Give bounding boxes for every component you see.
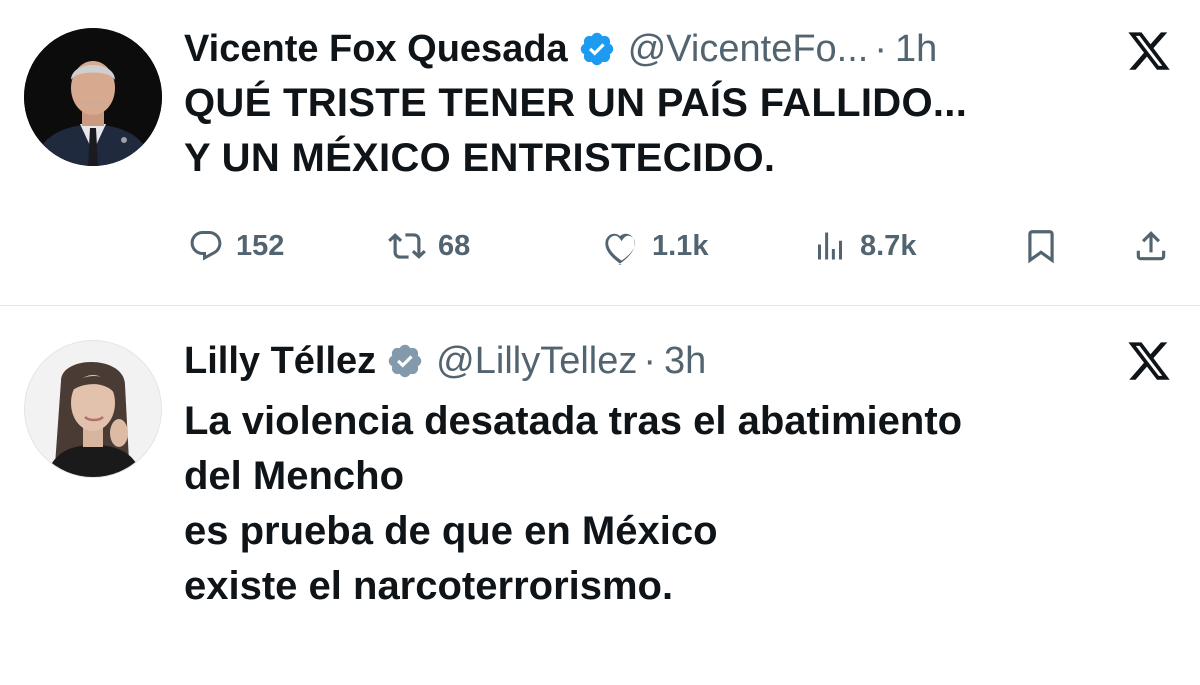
- timestamp[interactable]: 3h: [664, 338, 706, 384]
- separator-dot: ·: [874, 28, 887, 70]
- views-icon: [818, 232, 842, 260]
- x-logo-icon: [1126, 28, 1172, 74]
- reply-icon: [190, 231, 222, 261]
- verified-badge-icon: [386, 342, 424, 380]
- author-name[interactable]: Lilly Téllez: [184, 338, 376, 384]
- tweet-text-line: es prueba de que en México: [184, 509, 718, 553]
- views-button[interactable]: 8.7k: [812, 222, 916, 270]
- bookmark-icon: [1028, 230, 1054, 264]
- author-handle[interactable]: @VicenteFo...: [628, 26, 869, 72]
- like-count: 1.1k: [652, 229, 709, 262]
- like-icon: [605, 233, 635, 265]
- bookmark-button[interactable]: [1022, 222, 1060, 270]
- tweet-text-line: QUÉ TRISTE TENER UN PAÍS FALLIDO...: [184, 81, 968, 125]
- tweet-text-line: La violencia desatada tras el abatimient…: [184, 399, 963, 443]
- reply-button[interactable]: 152: [188, 222, 284, 270]
- tweet-text: QUÉ TRISTE TENER UN PAÍS FALLIDO... Y UN…: [184, 76, 967, 186]
- tweet-text-line: Y UN MÉXICO ENTRISTECIDO.: [184, 136, 776, 180]
- avatar[interactable]: [24, 340, 162, 478]
- avatar-photo: [25, 341, 161, 477]
- avatar-photo: [24, 28, 162, 166]
- repost-button[interactable]: 68: [388, 222, 470, 270]
- verified-badge-icon: [578, 30, 616, 68]
- share-icon: [1136, 231, 1166, 261]
- reply-count: 152: [236, 229, 285, 262]
- author-handle[interactable]: @LillyTellez: [436, 338, 637, 384]
- tweet-actions: 152 68 1.1k 8.7k: [184, 222, 1174, 270]
- repost-icon: [388, 233, 426, 259]
- tweet-header: Vicente Fox Quesada @VicenteFo... · 1h: [184, 26, 937, 72]
- views-count: 8.7k: [860, 229, 917, 262]
- tweet-1[interactable]: Vicente Fox Quesada @VicenteFo... · 1h Q…: [0, 0, 1200, 305]
- author-name[interactable]: Vicente Fox Quesada: [184, 26, 568, 72]
- avatar[interactable]: [24, 28, 162, 166]
- like-button[interactable]: 1.1k: [602, 222, 708, 270]
- tweet-2[interactable]: Lilly Téllez @LillyTellez · 3h La violen…: [0, 306, 1200, 685]
- timestamp[interactable]: 1h: [895, 26, 937, 72]
- tweet-header: Lilly Téllez @LillyTellez · 3h: [184, 338, 706, 384]
- tweet-text-line: del Mencho: [184, 454, 405, 498]
- tweet-text-line: existe el narcoterrorismo.: [184, 564, 674, 608]
- share-button[interactable]: [1132, 222, 1170, 270]
- x-logo-icon: [1126, 338, 1172, 384]
- tweet-text: La violencia desatada tras el abatimient…: [184, 394, 962, 614]
- separator-dot: ·: [643, 340, 657, 382]
- repost-count: 68: [438, 229, 471, 262]
